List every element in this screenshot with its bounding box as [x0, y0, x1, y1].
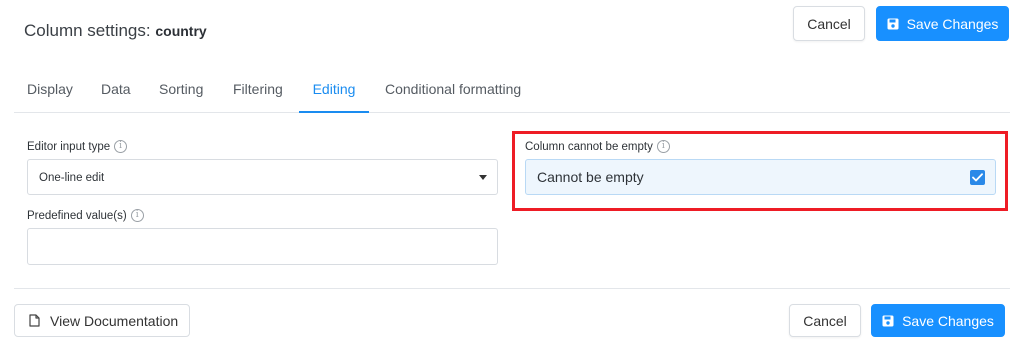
save-changes-button-top[interactable]: Save Changes: [876, 6, 1009, 41]
tab-sorting[interactable]: Sorting: [159, 81, 203, 113]
floppy-disk-icon: [887, 18, 899, 29]
cannot-be-empty-label: Column cannot be empty i: [525, 140, 670, 153]
tab-editing[interactable]: Editing: [299, 81, 369, 113]
predefined-values-input[interactable]: [27, 228, 498, 265]
info-icon[interactable]: i: [130, 209, 144, 222]
tab-data[interactable]: Data: [101, 81, 131, 113]
tab-conditional-formatting[interactable]: Conditional formatting: [385, 81, 521, 113]
save-changes-button-bottom[interactable]: Save Changes: [871, 304, 1005, 337]
check-icon: [972, 173, 983, 182]
title-prefix: Column settings:: [24, 21, 151, 40]
tab-label: Conditional formatting: [385, 81, 522, 97]
checkbox-text: Cannot be empty: [537, 169, 644, 185]
column-name: country: [155, 23, 207, 39]
modal-header: Column settings: country Cancel Save Cha…: [0, 0, 1024, 60]
page-title: Column settings: country: [24, 21, 207, 41]
tab-label: Sorting: [159, 81, 204, 97]
document-icon: [29, 314, 40, 327]
cannot-be-empty-field[interactable]: Cannot be empty: [525, 159, 996, 195]
cancel-button-label: Cancel: [803, 312, 847, 329]
save-button-label: Save Changes: [906, 15, 999, 32]
editor-input-type-label: Editor input type i: [27, 140, 128, 153]
cannot-be-empty-checkbox[interactable]: [970, 170, 985, 185]
view-documentation-button[interactable]: View Documentation: [14, 304, 190, 337]
info-icon[interactable]: i: [656, 140, 670, 153]
tab-label: Data: [101, 81, 131, 97]
tab-label: Editing: [312, 81, 356, 97]
cancel-button-label: Cancel: [807, 15, 851, 32]
tab-filtering[interactable]: Filtering: [233, 81, 283, 113]
caret-down-icon: [479, 175, 487, 180]
label-text: Column cannot be empty: [525, 140, 653, 153]
predefined-values-label: Predefined value(s) i: [27, 209, 144, 222]
info-icon[interactable]: i: [114, 140, 128, 153]
view-documentation-label: View Documentation: [50, 312, 179, 329]
selected-value: One-line edit: [39, 172, 105, 184]
cancel-button-top[interactable]: Cancel: [793, 6, 865, 41]
cancel-button-bottom[interactable]: Cancel: [789, 304, 861, 337]
tab-label: Filtering: [233, 81, 283, 97]
save-button-label: Save Changes: [902, 312, 994, 329]
label-text: Predefined value(s): [27, 209, 127, 222]
tab-label: Display: [27, 81, 73, 97]
tab-display[interactable]: Display: [27, 81, 73, 113]
settings-tabs: Display Data Sorting Filtering Editing C…: [14, 70, 1010, 113]
label-text: Editor input type: [27, 140, 111, 153]
footer-divider: [14, 288, 1010, 289]
editor-input-type-select[interactable]: One-line edit: [27, 159, 498, 195]
floppy-disk-icon: [882, 315, 894, 326]
